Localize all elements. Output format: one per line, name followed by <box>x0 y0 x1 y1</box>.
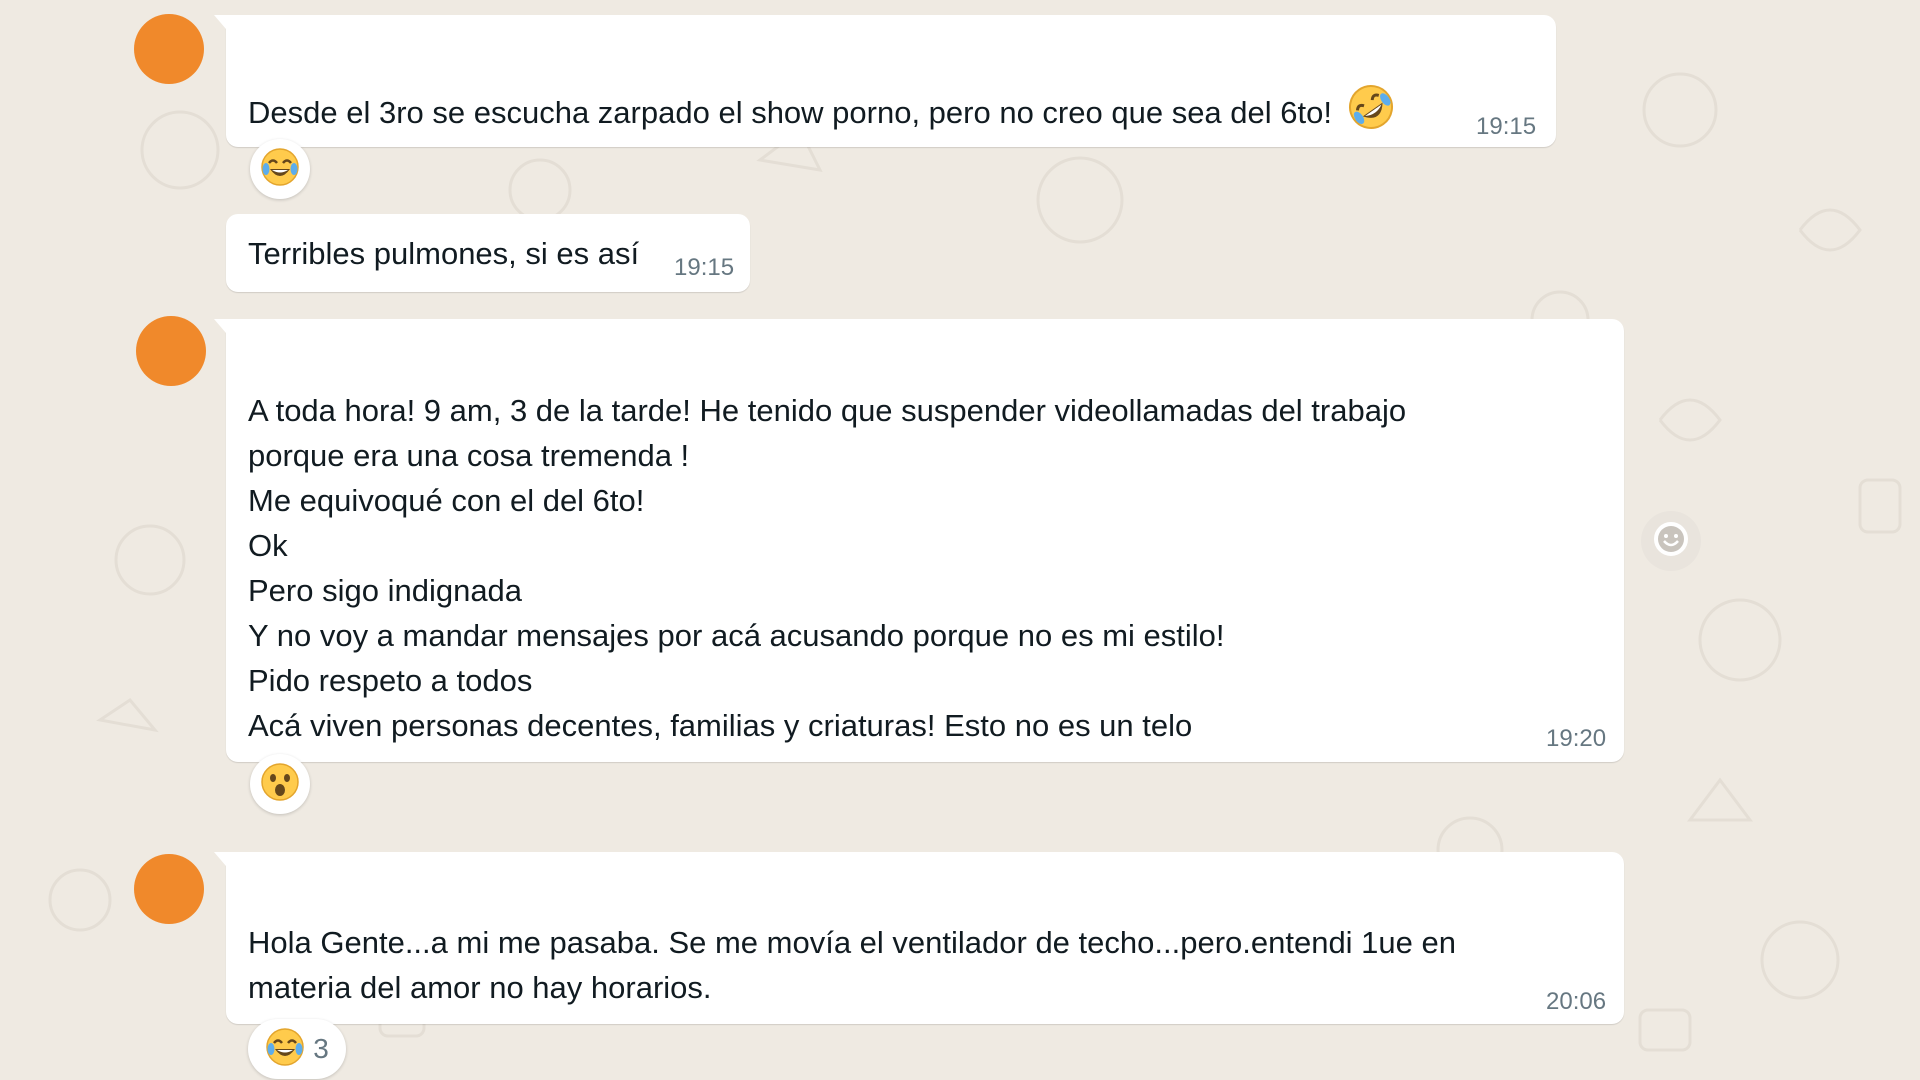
rofl-emoji-icon <box>1347 83 1395 143</box>
sender-avatar[interactable] <box>134 14 204 84</box>
message-line: Acá viven personas decentes, familias y … <box>248 708 1193 743</box>
joy-emoji-icon <box>265 1027 305 1072</box>
message-text: Hola Gente...a mi me pasaba. Se me movía… <box>248 920 1456 1010</box>
reaction-badge[interactable]: 3 <box>248 1019 346 1079</box>
message-line: Ok <box>248 528 288 563</box>
message-time: 20:06 <box>1546 988 1607 1015</box>
message-text: A toda hora! 9 am, 3 de la tarde! He ten… <box>248 388 1406 748</box>
reaction-badge[interactable] <box>250 139 310 199</box>
message-line: A toda hora! 9 am, 3 de la tarde! He ten… <box>248 393 1407 428</box>
message-text: Terribles pulmones, si es así <box>248 236 640 271</box>
message-line: Desde el 3ro se escucha zarpado el show … <box>248 95 1332 130</box>
message-line: materia del amor no hay horarios. <box>248 970 712 1005</box>
reaction-count: 3 <box>313 1033 329 1064</box>
sender-avatar[interactable] <box>134 854 204 924</box>
astonished-emoji-icon <box>260 762 300 807</box>
reaction-badge[interactable] <box>250 754 310 814</box>
bubble-tail <box>214 319 226 333</box>
message-line: Me equivoqué con el del 6to! <box>248 483 645 518</box>
message-time: 19:20 <box>1546 725 1607 752</box>
message-time: 19:15 <box>674 254 735 281</box>
message-time: 19:15 <box>1476 113 1537 140</box>
message-line: porque era una cosa tremenda ! <box>248 438 690 473</box>
message-line: Hola Gente...a mi me pasaba. Se me movía… <box>248 925 1457 960</box>
message-line: Pero sigo indignada <box>248 573 523 608</box>
react-button[interactable] <box>1641 511 1701 571</box>
message-line: Pido respeto a todos <box>248 663 533 698</box>
message-bubble[interactable]: Desde el 3ro se escucha zarpado el show … <box>214 15 1556 147</box>
message-bubble[interactable]: Terribles pulmones, si es así 19:15 <box>226 214 750 292</box>
message-bubble[interactable]: Hola Gente...a mi me pasaba. Se me movía… <box>214 852 1624 1024</box>
message-line: Y no voy a mandar mensajes por acá acusa… <box>248 618 1225 653</box>
bubble-tail <box>214 15 226 29</box>
smiley-icon <box>1652 520 1690 563</box>
message-text: Desde el 3ro se escucha zarpado el show … <box>248 83 1395 143</box>
bubble-tail <box>214 852 226 866</box>
sender-avatar[interactable] <box>136 316 206 386</box>
message-bubble[interactable]: A toda hora! 9 am, 3 de la tarde! He ten… <box>214 319 1624 762</box>
joy-emoji-icon <box>260 147 300 192</box>
